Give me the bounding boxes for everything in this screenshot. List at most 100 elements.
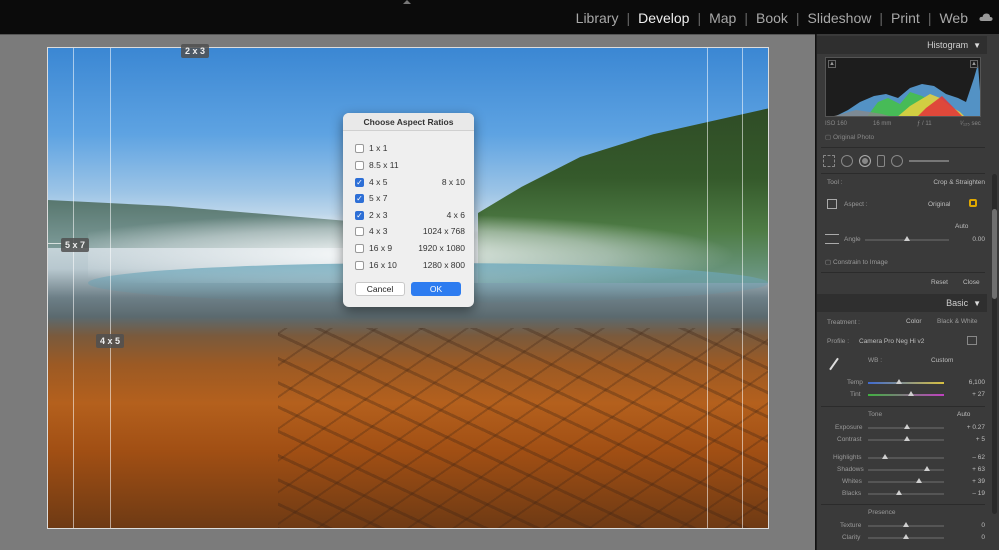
checkbox[interactable]	[355, 143, 364, 153]
basic-header[interactable]: Basic ▼	[817, 294, 987, 312]
ok-button[interactable]: OK	[411, 282, 461, 296]
treatment-bw[interactable]: Black & White	[937, 318, 977, 325]
radial-filter-icon[interactable]	[891, 155, 903, 167]
original-photo-toggle[interactable]: ▢ Original Photo	[825, 133, 874, 141]
ratio-tag-2x3: 2 x 3	[181, 44, 210, 58]
tone-label: Tone	[868, 411, 883, 418]
shadows-slider[interactable]	[868, 469, 944, 471]
highlight-clipping-icon[interactable]: ▲	[970, 60, 978, 68]
highlights-label: Highlights	[833, 454, 862, 461]
blacks-value[interactable]: – 19	[972, 490, 985, 497]
crop-close-button[interactable]: Close	[963, 279, 980, 286]
highlights-value[interactable]: – 62	[972, 454, 985, 461]
tone-auto-button[interactable]: Auto	[957, 411, 970, 418]
aspect-option-1x1[interactable]: 1 x 1	[355, 141, 465, 155]
tool-label: Tool :	[827, 179, 843, 186]
graduated-filter-icon[interactable]	[877, 155, 885, 167]
crop-guide-2x3-left	[110, 48, 111, 528]
crop-frame-icon[interactable]	[827, 199, 837, 209]
meta-focal: 16 mm	[873, 121, 892, 127]
angle-value[interactable]: 0.00	[972, 236, 985, 243]
checkbox[interactable]	[355, 160, 364, 170]
aspect-option-5x7[interactable]: ✓ 5 x 7	[355, 191, 465, 205]
module-web[interactable]: Web	[939, 10, 968, 26]
blacks-slider[interactable]	[868, 493, 944, 495]
treatment-label: Treatment :	[827, 319, 860, 326]
clarity-label: Clarity	[842, 534, 861, 541]
profile-browser-icon[interactable]	[967, 336, 977, 345]
module-library[interactable]: Library	[576, 10, 619, 26]
shadows-label: Shadows	[837, 466, 864, 473]
tint-slider[interactable]	[868, 394, 944, 396]
crop-guide-4x5-left	[73, 48, 74, 528]
module-map[interactable]: Map	[709, 10, 736, 26]
whites-slider[interactable]	[868, 481, 944, 483]
checkbox-checked[interactable]: ✓	[355, 193, 364, 203]
cloud-icon[interactable]	[979, 13, 993, 21]
module-book[interactable]: Book	[756, 10, 788, 26]
clarity-value[interactable]: 0	[981, 534, 985, 541]
crop-guide-4x5-right	[742, 48, 743, 528]
aspect-option-4x5[interactable]: ✓ 4 x 58 x 10	[355, 175, 465, 189]
angle-slider-knob[interactable]	[904, 236, 910, 241]
crop-overlay-icon[interactable]	[823, 155, 835, 167]
contrast-value[interactable]: + 5	[976, 436, 985, 443]
whites-label: Whites	[842, 478, 862, 485]
ratio-tag-5x7: 5 x 7	[61, 238, 90, 252]
module-picker: Library | Develop | Map | Book | Slideshow | …	[575, 10, 968, 26]
crop-guide-2x3-right	[707, 48, 708, 528]
treatment-color[interactable]: Color	[906, 318, 922, 325]
cancel-button[interactable]: Cancel	[355, 282, 405, 296]
crop-reset-button[interactable]: Reset	[931, 279, 948, 286]
module-develop[interactable]: Develop	[638, 10, 689, 26]
temp-value[interactable]: 6,100	[969, 379, 985, 386]
texture-value[interactable]: 0	[981, 522, 985, 529]
eyedropper-icon[interactable]	[829, 357, 839, 371]
wb-select[interactable]: Custom	[931, 357, 953, 364]
aspect-label: Aspect :	[844, 201, 868, 208]
module-slideshow[interactable]: Slideshow	[808, 10, 872, 26]
highlights-slider[interactable]	[868, 457, 944, 459]
meta-shutter: ¹⁄₁₂₅ sec	[960, 121, 981, 127]
contrast-label: Contrast	[837, 436, 862, 443]
histogram[interactable]: ▲ ▲	[825, 57, 981, 117]
whites-value[interactable]: + 39	[972, 478, 985, 485]
constrain-checkbox[interactable]: ▢ Constrain to Image	[825, 258, 888, 266]
angle-auto-button[interactable]: Auto	[955, 223, 968, 230]
texture-label: Texture	[840, 522, 862, 529]
histogram-header[interactable]: Histogram ▼	[817, 36, 987, 54]
tint-value[interactable]: + 27	[972, 391, 985, 398]
collapse-triangle-icon: ▼	[973, 298, 981, 308]
right-panel: Histogram ▼ ▲ ▲ ISO 160 16 mm ƒ / 11 ¹⁄₁₂…	[816, 34, 999, 550]
aspect-value[interactable]: Original	[928, 201, 950, 208]
meta-iso: ISO 160	[825, 121, 848, 127]
collapse-triangle-icon: ▼	[973, 40, 981, 50]
temp-slider[interactable]	[868, 382, 944, 384]
spot-removal-icon[interactable]	[841, 155, 853, 167]
checkbox[interactable]	[355, 226, 364, 236]
aspect-option-8-5x11[interactable]: 8.5 x 11	[355, 158, 465, 172]
checkbox-checked[interactable]: ✓	[355, 210, 364, 220]
brush-slider-icon[interactable]	[909, 160, 949, 162]
aspect-option-16x10[interactable]: 16 x 10 1280 x 800	[355, 258, 465, 272]
profile-select[interactable]: Camera Pro Neg Hi v2	[859, 338, 924, 345]
lock-icon[interactable]	[969, 199, 977, 207]
panel-scroll-thumb[interactable]	[992, 209, 997, 299]
top-panel-toggle[interactable]	[403, 0, 411, 4]
shadow-clipping-icon[interactable]: ▲	[828, 60, 836, 68]
aspect-option-16x9[interactable]: 16 x 9 1920 x 1080	[355, 241, 465, 255]
checkbox[interactable]	[355, 260, 364, 270]
straighten-tool-icon[interactable]	[825, 234, 839, 244]
angle-label: Angle	[844, 236, 861, 243]
exposure-value[interactable]: + 0.27	[967, 424, 985, 431]
shadows-value[interactable]: + 63	[972, 466, 985, 473]
aspect-option-2x3[interactable]: ✓ 2 x 34 x 6	[355, 208, 465, 222]
module-print[interactable]: Print	[891, 10, 920, 26]
aspect-option-4x3[interactable]: 4 x 3 1024 x 768	[355, 224, 465, 238]
checkbox-checked[interactable]: ✓	[355, 177, 364, 187]
histogram-title: Histogram	[927, 40, 969, 50]
checkbox[interactable]	[355, 243, 364, 253]
tint-label: Tint	[850, 391, 861, 398]
red-eye-icon[interactable]	[859, 155, 871, 167]
profile-label: Profile :	[827, 338, 850, 345]
